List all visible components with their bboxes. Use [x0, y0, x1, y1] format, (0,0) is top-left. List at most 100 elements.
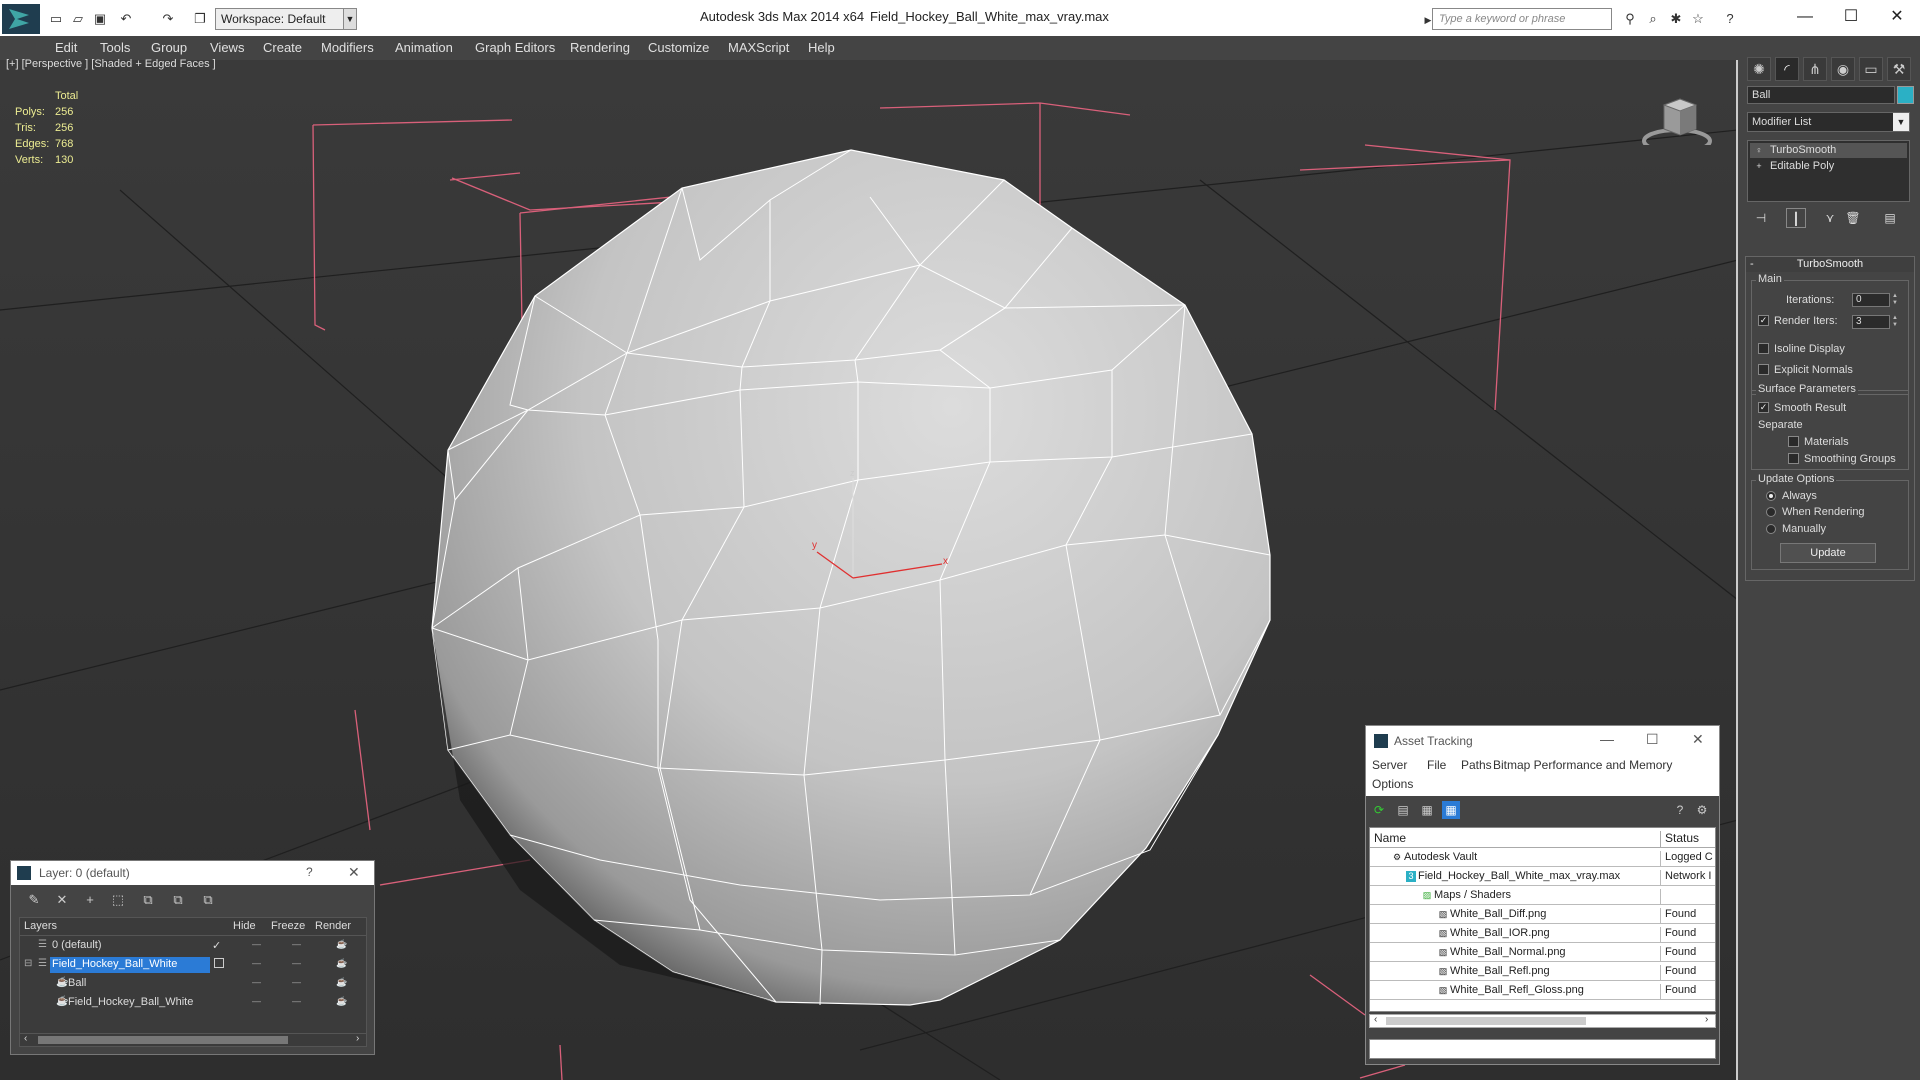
stack-item-editable-poly[interactable]: + Editable Poly [1750, 159, 1907, 174]
stack-item-turbosmooth[interactable]: ♀ TurboSmooth [1750, 143, 1907, 158]
column-header[interactable]: Name [1374, 831, 1406, 845]
always-radio[interactable] [1766, 491, 1776, 501]
asset-menu-file[interactable]: File [1427, 758, 1446, 772]
delete-layer-icon[interactable]: ✕ [53, 891, 71, 909]
menu-tools[interactable]: Tools [100, 40, 130, 55]
remove-modifier-icon[interactable]: 🗑 [1843, 208, 1863, 228]
new-layer-icon[interactable]: ✎ [25, 891, 43, 909]
asset-row[interactable]: ▧ White_Ball_Refl_Gloss.png Found [1370, 981, 1715, 1000]
smooth-result-checkbox[interactable]: ✓ [1758, 402, 1769, 413]
pin-stack-icon[interactable]: ⊣ [1751, 208, 1771, 228]
help-icon[interactable]: ? [1671, 801, 1689, 819]
scroll-left-icon[interactable]: ‹ [1374, 1014, 1377, 1025]
freeze-toggle[interactable]: — [292, 939, 301, 949]
scroll-right-icon[interactable]: › [356, 1033, 359, 1044]
asset-menu-paths[interactable]: Paths [1461, 758, 1492, 772]
asset-path-field[interactable] [1369, 1039, 1716, 1059]
update-button[interactable]: Update [1780, 543, 1876, 563]
asset-window-titlebar[interactable]: Asset Tracking — ☐ ✕ [1366, 726, 1719, 756]
scrollbar-thumb[interactable] [1386, 1017, 1586, 1025]
table-view-icon[interactable]: ▦ [1442, 801, 1460, 819]
refresh-icon[interactable]: ⟳ [1370, 801, 1388, 819]
menu-help[interactable]: Help [808, 40, 835, 55]
freeze-toggle[interactable]: — [292, 977, 301, 987]
hide-toggle[interactable]: — [252, 958, 261, 968]
select-objects-icon[interactable]: ⬚ [109, 891, 127, 909]
lightbulb-icon[interactable]: ♀ [1754, 145, 1764, 155]
maximize-icon[interactable]: ☐ [1646, 731, 1659, 748]
viewcube-navigation-icon[interactable] [1640, 85, 1712, 145]
expand-plus-icon[interactable]: + [1754, 161, 1764, 171]
rollout-title[interactable]: - TurboSmooth [1746, 257, 1914, 272]
column-header[interactable]: Layers [24, 920, 57, 932]
hide-toggle[interactable]: — [252, 977, 261, 987]
column-header[interactable]: Render [315, 920, 351, 932]
maximize-window-button[interactable]: ☐ [1836, 5, 1866, 29]
freeze-toggle[interactable]: — [292, 958, 301, 968]
render-iters-checkbox[interactable]: ✓ [1758, 315, 1769, 326]
help-icon[interactable]: ? [306, 865, 313, 879]
open-file-icon[interactable]: ▱ [70, 11, 86, 27]
configure-modifier-sets-icon[interactable]: ▤ [1880, 208, 1900, 228]
help-icon[interactable]: ? [1722, 11, 1738, 27]
object-name-field[interactable]: Ball [1747, 86, 1895, 104]
render-iters-spinner[interactable]: 3 [1852, 315, 1890, 329]
minimize-window-button[interactable]: — [1790, 5, 1820, 29]
asset-row[interactable]: ▧ White_Ball_Diff.png Found [1370, 905, 1715, 924]
subscription-icon[interactable]: ✱ [1668, 11, 1684, 27]
hockey-ball-mesh[interactable] [431, 149, 1271, 1006]
spinner-arrows-icon[interactable]: ▲ ▼ [1890, 315, 1900, 329]
keyword-search-input[interactable]: Type a keyword or phrase [1432, 8, 1612, 30]
asset-horizontal-scrollbar[interactable]: ‹ › [1369, 1014, 1716, 1028]
project-folder-icon[interactable]: ❐ [192, 11, 208, 27]
pin-icon[interactable]: ⚙ [1693, 801, 1711, 819]
asset-row[interactable]: ▧ White_Ball_Normal.png Found [1370, 943, 1715, 962]
asset-row[interactable]: 3 Field_Hockey_Ball_White_max_vray.max N… [1370, 867, 1715, 886]
hide-all-layers-icon[interactable]: ⧉ [169, 891, 187, 909]
menu-animation[interactable]: Animation [395, 40, 453, 55]
asset-menu-options[interactable]: Options [1372, 777, 1413, 791]
redo-icon[interactable]: ↷ [160, 11, 176, 27]
create-tab-sun-icon[interactable]: ✺ [1747, 57, 1771, 81]
asset-menu-server[interactable]: Server [1372, 758, 1407, 772]
freeze-all-layers-icon[interactable]: ⧉ [199, 891, 217, 909]
asset-row[interactable]: ▧ White_Ball_IOR.png Found [1370, 924, 1715, 943]
manually-radio[interactable] [1766, 524, 1776, 534]
layer-name[interactable]: 0 (default) [50, 938, 104, 954]
layer-horizontal-scrollbar[interactable]: ‹ › [19, 1033, 367, 1047]
object-name[interactable]: Ball [66, 976, 88, 992]
layer-row[interactable]: ☕ Ball — — ☕ [20, 975, 366, 994]
search-icon[interactable]: ⌕ [1645, 11, 1661, 27]
menu-graph-editors[interactable]: Graph Editors [475, 40, 555, 55]
new-file-icon[interactable]: ▭ [48, 11, 64, 27]
menu-rendering[interactable]: Rendering [570, 40, 630, 55]
hierarchy-tab-icon[interactable]: ⋔ [1803, 57, 1827, 81]
menu-views[interactable]: Views [210, 40, 244, 55]
favorites-star-icon[interactable]: ☆ [1690, 11, 1706, 27]
close-icon[interactable]: ✕ [348, 864, 360, 881]
scroll-left-icon[interactable]: ‹ [24, 1033, 27, 1044]
asset-row[interactable]: ▨ Maps / Shaders [1370, 886, 1715, 905]
column-header[interactable]: Freeze [271, 920, 305, 932]
menu-modifiers[interactable]: Modifiers [321, 40, 374, 55]
render-teapot-icon[interactable]: ☕ [336, 977, 347, 988]
asset-row[interactable]: ▧ White_Ball_Refl.png Found [1370, 962, 1715, 981]
motion-tab-icon[interactable]: ◉ [1831, 57, 1855, 81]
menu-create[interactable]: Create [263, 40, 302, 55]
iterations-spinner[interactable]: 0 [1852, 293, 1890, 307]
modify-tab-icon[interactable]: ◜ [1775, 57, 1799, 81]
column-header[interactable]: Status [1660, 831, 1699, 847]
save-file-icon[interactable]: ▣ [92, 11, 108, 27]
isoline-display-checkbox[interactable] [1758, 343, 1769, 354]
binoculars-icon[interactable]: ⚲ [1622, 11, 1638, 27]
layer-name[interactable]: Field_Hockey_Ball_White [50, 957, 210, 973]
minimize-icon[interactable]: — [1600, 731, 1614, 747]
list-view-icon[interactable]: ▤ [1394, 801, 1412, 819]
chevron-down-icon[interactable]: ▼ [1893, 113, 1909, 131]
modifier-list-dropdown[interactable]: Modifier List [1747, 112, 1910, 132]
show-end-result-icon[interactable]: ┃ [1786, 208, 1806, 228]
close-icon[interactable]: ✕ [1692, 731, 1704, 748]
hide-toggle[interactable]: — [252, 939, 261, 949]
active-layer-check-icon[interactable]: ✓ [212, 939, 221, 952]
render-teapot-icon[interactable]: ☕ [336, 958, 347, 969]
